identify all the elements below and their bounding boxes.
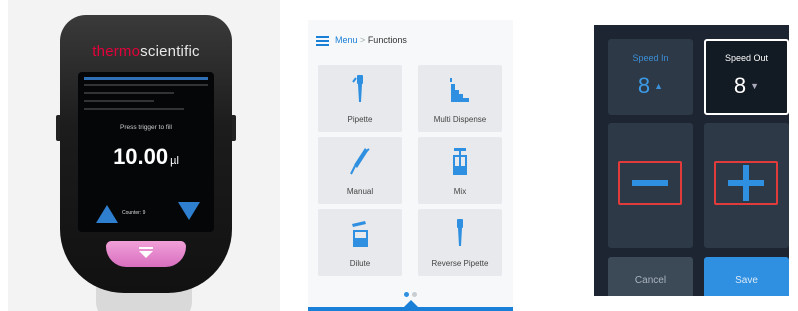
functions-menu-screen: Menu > Functions Pipette Multi Dispense … [308,20,513,311]
save-button[interactable]: Save [704,257,789,296]
menu-header: Menu > Functions [308,20,513,60]
speed-out-label: Speed Out [724,53,769,63]
multi-dispense-icon [450,78,469,102]
tile-mix[interactable]: Mix [418,137,502,204]
pipette-device-photo: thermoscientific Press trigger to fill 1… [8,0,280,311]
tile-manual[interactable]: Manual [318,137,402,204]
device-screen: Press trigger to fill 10.00 µl Counter: 9 [78,72,214,232]
screen-line [84,92,174,94]
speed-in-card[interactable]: Speed In 8 ▲ [608,39,693,115]
plus-icon-vertical [743,165,749,201]
tile-label: Multi Dispense [433,115,487,124]
volume-value: 10.00 [113,144,169,169]
bottom-accent-bar [308,307,513,311]
volume-unit: µl [170,155,179,167]
reverse-pipette-icon [457,219,463,246]
pipette-icon [352,75,363,102]
increase-button[interactable] [714,161,778,205]
trigger-button[interactable] [106,241,186,267]
manual-icon [350,148,370,175]
speed-settings-screen: Speed In 8 ▲ Speed Out 8 ▼ Cancel Save [594,25,789,296]
volume-up-icon[interactable] [96,205,118,223]
tile-label: Dilute [349,259,371,268]
trigger-prompt: Press trigger to fill [119,124,173,131]
hamburger-menu-icon[interactable] [316,36,329,47]
screen-line [84,100,154,102]
breadcrumb-current: Functions [367,35,407,45]
brand-logo: thermoscientific [92,43,200,60]
breadcrumb-separator: > [360,35,366,45]
page-dot-active[interactable] [404,292,409,297]
speed-out-down-icon: ▼ [750,81,760,91]
tile-reverse-pipette[interactable]: Reverse Pipette [418,209,502,276]
mix-icon [453,148,467,175]
speed-in-readout: 8 ▲ [608,73,693,99]
speed-out-value: 8 [733,73,747,98]
breadcrumb: Menu > Functions [335,35,407,45]
trigger-arrow-icon [139,251,153,258]
speed-out-card[interactable]: Speed Out 8 ▼ [704,39,789,115]
device-body: thermoscientific Press trigger to fill 1… [60,15,232,293]
tile-label: Pipette [347,115,373,124]
tile-pipette[interactable]: Pipette [318,65,402,132]
volume-readout: 10.00 µl [78,144,214,170]
speed-out-readout: 8 ▼ [706,73,787,99]
screen-line [84,84,208,86]
decrease-panel [608,123,693,248]
tile-multi-dispense[interactable]: Multi Dispense [418,65,502,132]
increase-panel [704,123,789,248]
breadcrumb-menu-link[interactable]: Menu [335,35,358,45]
screen-line [84,108,184,110]
bottom-notch [404,300,418,307]
tile-label: Mix [453,187,467,196]
counter-label: Counter: 9 [122,210,146,216]
speed-in-value: 8 [637,73,651,98]
volume-down-icon[interactable] [178,202,200,220]
decrease-button[interactable] [618,161,682,205]
speed-in-up-icon: ▲ [654,81,664,91]
dilute-icon [352,221,368,247]
cancel-button[interactable]: Cancel [608,257,693,296]
minus-icon [632,180,668,186]
tile-label: Reverse Pipette [431,259,489,268]
trigger-line-icon [139,247,153,249]
screen-status-bar [84,77,208,80]
page-dot[interactable] [412,292,417,297]
speed-in-label: Speed In [632,53,669,63]
tile-dilute[interactable]: Dilute [318,209,402,276]
tile-label: Manual [346,187,374,196]
